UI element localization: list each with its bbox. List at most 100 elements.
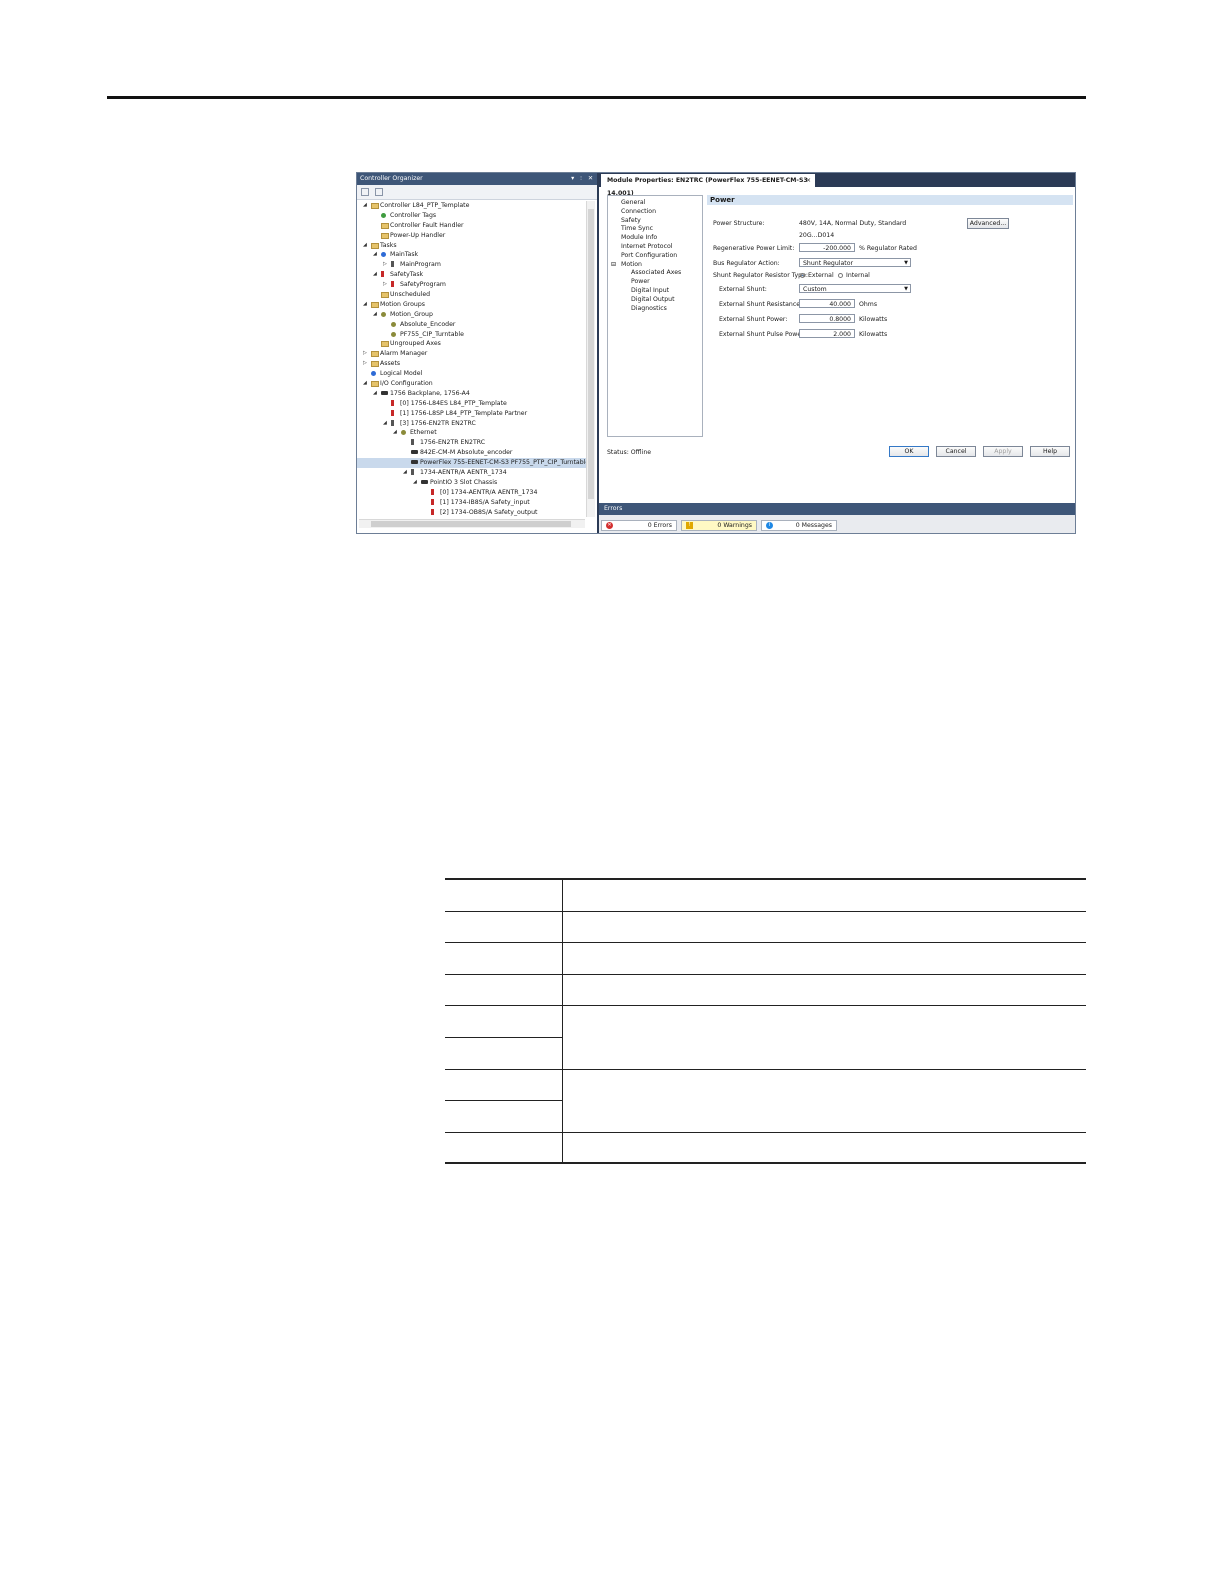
advanced-button[interactable]: Advanced... [967,218,1009,229]
organizer-tree: ◢ Controller L84_PTP_Template Controller T… [357,201,587,517]
shunt-resistance-input[interactable]: 40.000 [799,299,855,308]
category-item[interactable]: Diagnostics [631,305,667,312]
errors-filter-button[interactable]: ✕ 0 Errors [601,520,677,531]
expand-all-icon[interactable] [374,188,383,196]
collapse-arrow-icon[interactable]: ◢ [373,310,377,320]
blue-node-icon [371,371,376,377]
messages-filter-button[interactable]: i 0 Messages [761,520,837,531]
ok-button[interactable]: OK [889,446,929,457]
tab-module-properties[interactable]: Module Properties: EN2TRC (PowerFlex 755… [601,174,815,197]
collapse-arrow-icon[interactable]: ◢ [413,478,417,488]
warnings-filter-button[interactable]: ! 0 Warnings [681,520,757,531]
collapse-arrow-icon[interactable]: ◢ [373,250,377,260]
expand-arrow-icon[interactable]: ▷ [363,359,367,369]
tree-node[interactable]: ▷ MainProgram [357,260,587,270]
category-item[interactable]: Module Info [621,234,657,241]
tree-node[interactable]: PF755_CIP_Turntable [357,330,587,340]
tree-node[interactable]: 842E-CM-M Absolute_encoder [357,448,587,458]
tree-node[interactable]: Logical Model [357,369,587,379]
io-node-icon [421,479,428,484]
tree-node[interactable]: [0] 1756-L84ES L84_PTP_Template [357,399,587,409]
collapse-arrow-icon[interactable]: ◢ [363,241,367,251]
power-structure-label: Power Structure: [713,220,765,227]
collapse-arrow-icon[interactable]: ◢ [363,300,367,310]
category-item[interactable]: Motion [621,261,642,268]
tree-node[interactable]: Absolute_Encoder [357,320,587,330]
tree-node[interactable]: ◢ Motion_Group [357,310,587,320]
cancel-button[interactable]: Cancel [936,446,976,457]
tree-node[interactable]: ▷ SafetyProgram [357,280,587,290]
tree-node[interactable]: Controller Tags [357,211,587,221]
red-node-icon [391,281,394,288]
regen-power-input[interactable]: -200.000 [799,243,855,252]
tree-node[interactable]: ◢ [3] 1756-EN2TR EN2TRC [357,419,587,429]
tree-node[interactable]: [2] 1734-OB8S/A Safety_output [357,508,587,517]
collapse-arrow-icon[interactable]: ◢ [393,428,397,438]
tree-node[interactable]: ◢ MainTask [357,250,587,260]
tree-node[interactable]: ◢ 1734-AENTR/A AENTR_1734 [357,468,587,478]
tree-node[interactable]: ▷ Alarm Manager [357,349,587,359]
shunt-type-internal-radio[interactable] [838,273,843,278]
category-item[interactable]: Time Sync [621,225,653,232]
shunt-power-input[interactable]: 0.8000 [799,314,855,323]
category-item[interactable]: Safety [621,217,641,224]
expand-arrow-icon[interactable]: ▷ [383,260,387,270]
collapse-arrow-icon[interactable]: ◢ [373,389,377,399]
tree-node[interactable]: ▷ Assets [357,359,587,369]
apply-button[interactable]: Apply [983,446,1023,457]
tree-node[interactable]: ◢ Tasks [357,241,587,251]
tree-node[interactable]: ◢ Ethernet [357,428,587,438]
scroll-thumb[interactable] [371,521,571,527]
category-item[interactable]: Associated Axes [631,269,681,276]
dropdown-icon[interactable]: ▾ [571,173,574,185]
tree-vertical-scrollbar[interactable] [586,201,595,517]
expand-arrow-icon[interactable]: ▷ [363,349,367,359]
category-item[interactable]: Connection [621,208,656,215]
external-shunt-select[interactable]: Custom ▼ [799,284,911,293]
tree-node[interactable]: [1] 1734-IB8S/A Safety_input [357,498,587,508]
red-node-icon [431,508,434,515]
tree-node[interactable]: ◢ 1756 Backplane, 1756-A4 [357,389,587,399]
collapse-box-icon[interactable]: ⊟ [611,261,616,268]
category-item[interactable]: Port Configuration [621,252,677,259]
tree-node[interactable]: Ungrouped Axes [357,339,587,349]
pin-icon[interactable]: ⫶ [580,173,582,185]
tree-node-label: [3] 1756-EN2TR EN2TRC [400,419,476,427]
status-value: Offline [630,449,652,456]
tree-node[interactable]: PowerFlex 755-EENET-CM-S3 PF755_PTP_CIP_… [357,458,587,469]
shunt-type-external-radio[interactable] [800,273,805,278]
tree-node[interactable]: ◢ Controller L84_PTP_Template [357,201,587,211]
bus-regulator-select[interactable]: Shunt Regulator ▼ [799,258,911,267]
tree-node[interactable]: ◢ SafetyTask [357,270,587,280]
pulse-power-input[interactable]: 2.000 [799,329,855,338]
chevron-down-icon: ▼ [904,286,908,292]
tree-node[interactable]: ◢ Motion Groups [357,300,587,310]
close-tab-icon[interactable]: × [806,174,811,187]
collapse-arrow-icon[interactable]: ◢ [363,379,367,389]
tree-node[interactable]: Controller Fault Handler [357,221,587,231]
collapse-arrow-icon[interactable]: ◢ [383,419,387,429]
collapse-arrow-icon[interactable]: ◢ [403,468,407,478]
help-button[interactable]: Help [1030,446,1070,457]
tree-node[interactable]: ◢ I/O Configuration [357,379,587,389]
expand-arrow-icon[interactable]: ▷ [383,280,387,290]
close-icon[interactable]: ✕ [588,173,593,185]
category-item[interactable]: Power [631,278,650,285]
tree-node-label: MainTask [390,251,419,259]
tree-node[interactable]: Unscheduled [357,290,587,300]
category-item[interactable]: Internet Protocol [621,243,672,250]
tree-node[interactable]: ◢ PointIO 3 Slot Chassis [357,478,587,488]
tree-node[interactable]: 1756-EN2TR EN2TRC [357,438,587,448]
collapse-all-icon[interactable] [361,188,369,196]
collapse-arrow-icon[interactable]: ◢ [373,270,377,280]
category-item[interactable]: Digital Input [631,287,669,294]
category-item[interactable]: General [621,199,645,206]
scroll-thumb[interactable] [588,209,594,499]
category-item[interactable]: Digital Output [631,296,675,303]
collapse-arrow-icon[interactable]: ◢ [363,201,367,211]
screenshot-figure: Controller Organizer ▾ ⫶ ✕ ◢ Controller L… [356,172,1076,534]
tree-horizontal-scrollbar[interactable] [359,519,585,528]
tree-node[interactable]: [0] 1734-AENTR/A AENTR_1734 [357,488,587,498]
tree-node[interactable]: Power-Up Handler [357,231,587,241]
tree-node[interactable]: [1] 1756-L8SP L84_PTP_Template Partner [357,409,587,419]
